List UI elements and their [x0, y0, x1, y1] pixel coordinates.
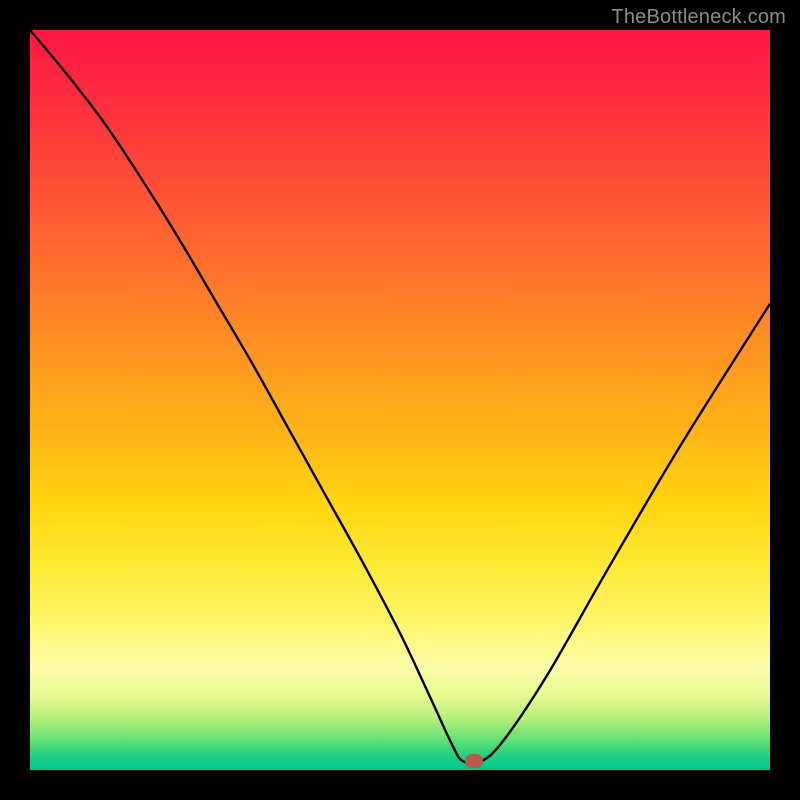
chart-frame: TheBottleneck.com [0, 0, 800, 800]
bottleneck-curve [30, 30, 770, 770]
optimum-marker [465, 754, 483, 768]
watermark-text: TheBottleneck.com [611, 6, 786, 29]
curve-path [30, 30, 770, 763]
plot-area [30, 30, 770, 770]
